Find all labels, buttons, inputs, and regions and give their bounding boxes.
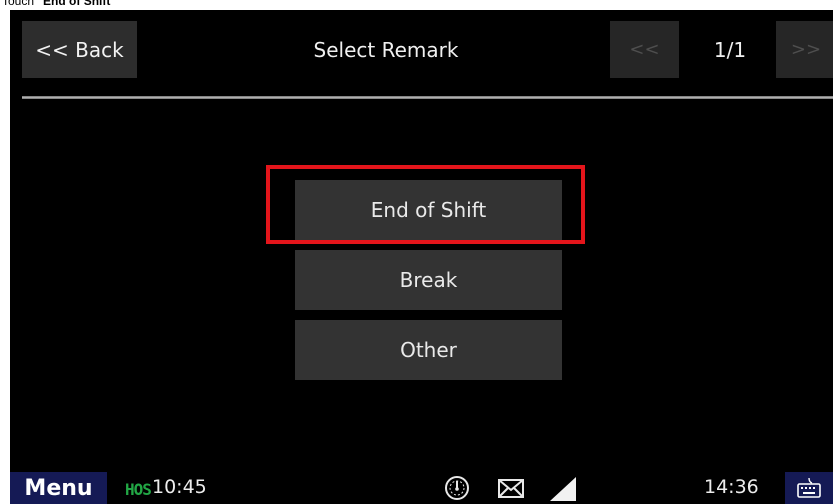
back-button[interactable]: << Back xyxy=(22,21,137,78)
keyboard-button[interactable] xyxy=(785,472,833,504)
remark-end-of-shift-button[interactable]: End of Shift xyxy=(295,180,562,240)
menu-button[interactable]: Menu xyxy=(10,472,107,504)
previous-page-button[interactable]: << xyxy=(610,21,679,78)
remark-break-button[interactable]: Break xyxy=(295,250,562,310)
caption-prefix: Touch xyxy=(2,0,38,8)
device-screen: << Back Select Remark << 1/1 >> End of S… xyxy=(10,10,833,504)
caption-target: "End of Shift" xyxy=(37,0,117,8)
next-page-button[interactable]: >> xyxy=(776,21,833,78)
page-title: Select Remark xyxy=(313,37,459,62)
envelope-icon xyxy=(496,474,526,502)
header-divider xyxy=(22,96,833,99)
clock: 14:36 xyxy=(704,476,759,498)
page-indicator: 1/1 xyxy=(713,37,747,62)
hos-icon[interactable]: HOS xyxy=(125,480,152,499)
signal-strength-icon xyxy=(548,474,578,502)
status-bar: Menu HOS 10:45 14:36 xyxy=(10,472,833,504)
remark-other-button[interactable]: Other xyxy=(295,320,562,380)
speedometer-icon xyxy=(442,474,472,502)
hos-time: 10:45 xyxy=(152,476,207,498)
instruction-caption: Touch "End of Shift" xyxy=(0,0,833,10)
keyboard-icon xyxy=(797,477,821,498)
